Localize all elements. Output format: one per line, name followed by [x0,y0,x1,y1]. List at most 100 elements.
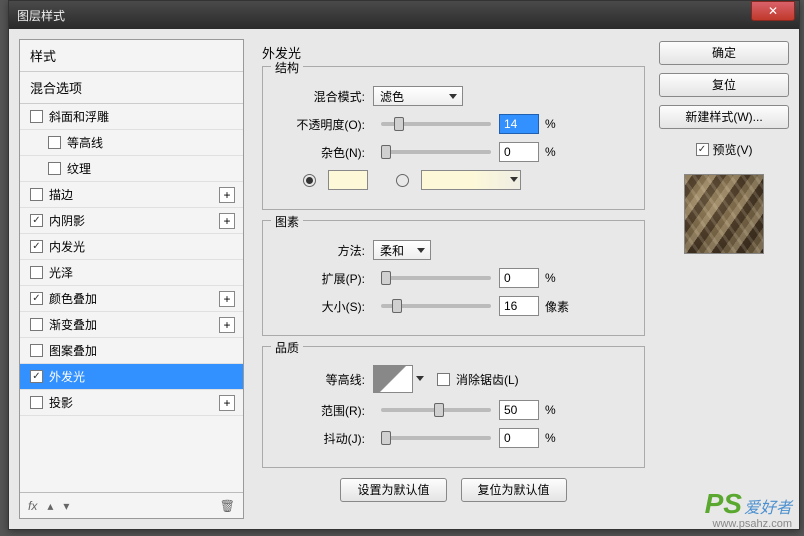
size-input[interactable]: 16 [499,296,539,316]
size-slider[interactable] [381,304,491,308]
preview-checkbox[interactable] [696,143,709,156]
sidebar-item-texture[interactable]: 纹理 [20,156,243,182]
watermark-ps: PS [705,488,742,519]
gradient-radio[interactable] [396,174,409,187]
reset-button[interactable]: 复位 [659,73,789,97]
sidebar-item-inner-glow[interactable]: 内发光 [20,234,243,260]
opacity-unit: % [545,117,556,131]
range-unit: % [545,403,556,417]
sidebar-item-drop-shadow[interactable]: 投影 + [20,390,243,416]
range-label: 范围(R): [273,402,373,419]
checkbox[interactable] [30,266,43,279]
dialog-body: 样式 混合选项 斜面和浮雕 等高线 纹理 描边 + 内阴影 + [9,29,799,529]
plus-icon[interactable]: + [219,291,235,307]
ok-button[interactable]: 确定 [659,41,789,65]
new-style-button[interactable]: 新建样式(W)... [659,105,789,129]
plus-icon[interactable]: + [219,317,235,333]
noise-unit: % [545,145,556,159]
arrow-up-icon[interactable]: ▴ [47,499,53,513]
layer-style-dialog: 图层样式 ✕ 样式 混合选项 斜面和浮雕 等高线 纹理 描边 + [8,0,800,530]
opacity-slider[interactable] [381,122,491,126]
spread-input[interactable]: 0 [499,268,539,288]
checkbox[interactable] [48,162,61,175]
checkbox[interactable] [30,214,43,227]
close-button[interactable]: ✕ [751,1,795,21]
checkbox[interactable] [30,240,43,253]
watermark: PS爱好者 www.psahz.com [705,488,792,530]
checkbox[interactable] [30,292,43,305]
method-select[interactable]: 柔和 [373,240,431,260]
watermark-txt: 爱好者 [744,500,792,517]
structure-group: 结构 混合模式: 滤色 不透明度(O): 14 % 杂色(N): 0 % [262,66,645,210]
method-label: 方法: [273,242,373,259]
jitter-unit: % [545,431,556,445]
sidebar-item-outer-glow[interactable]: 外发光 [20,364,243,390]
sidebar-item-pattern-overlay[interactable]: 图案叠加 [20,338,243,364]
gradient-swatch[interactable] [421,170,521,190]
checkbox[interactable] [30,188,43,201]
sidebar-item-satin[interactable]: 光泽 [20,260,243,286]
range-input[interactable]: 50 [499,400,539,420]
jitter-slider[interactable] [381,436,491,440]
sidebar-header: 样式 [20,40,243,72]
plus-icon[interactable]: + [219,395,235,411]
checkbox[interactable] [30,110,43,123]
checkbox[interactable] [48,136,61,149]
default-buttons: 设置为默认值 复位为默认值 [256,478,651,502]
group-title: 品质 [271,339,303,356]
color-swatch[interactable] [328,170,368,190]
sidebar-blend-options[interactable]: 混合选项 [20,72,243,104]
opacity-label: 不透明度(O): [273,116,373,133]
sidebar-item-bevel[interactable]: 斜面和浮雕 [20,104,243,130]
checkbox[interactable] [30,318,43,331]
make-default-button[interactable]: 设置为默认值 [340,478,446,502]
checkbox[interactable] [30,344,43,357]
styles-sidebar: 样式 混合选项 斜面和浮雕 等高线 纹理 描边 + 内阴影 + [19,39,244,519]
sidebar-item-inner-shadow[interactable]: 内阴影 + [20,208,243,234]
range-slider[interactable] [381,408,491,412]
quality-group: 品质 等高线: 消除锯齿(L) 范围(R): 50 % 抖动(J): [262,346,645,468]
trash-icon[interactable]: 🗑 [220,499,235,513]
checkbox[interactable] [30,396,43,409]
antialias-label: 消除锯齿(L) [456,371,519,388]
jitter-label: 抖动(J): [273,430,373,447]
sidebar-item-color-overlay[interactable]: 颜色叠加 + [20,286,243,312]
fx-icon[interactable]: fx [28,499,37,513]
reset-default-button[interactable]: 复位为默认值 [461,478,567,502]
group-title: 图素 [271,213,303,230]
panel-title: 外发光 [256,43,651,62]
window-controls: ✕ [751,1,799,29]
sidebar-item-contour[interactable]: 等高线 [20,130,243,156]
sidebar-items: 斜面和浮雕 等高线 纹理 描边 + 内阴影 + 内发光 [20,104,243,492]
preview-label: 预览(V) [713,141,753,158]
contour-picker[interactable] [373,365,413,393]
checkbox[interactable] [30,370,43,383]
noise-input[interactable]: 0 [499,142,539,162]
sidebar-item-gradient-overlay[interactable]: 渐变叠加 + [20,312,243,338]
spread-label: 扩展(P): [273,270,373,287]
blend-mode-select[interactable]: 滤色 [373,86,463,106]
main-panel: 外发光 结构 混合模式: 滤色 不透明度(O): 14 % 杂色(N): 0 [252,39,651,519]
right-panel: 确定 复位 新建样式(W)... 预览(V) [659,39,789,519]
noise-label: 杂色(N): [273,144,373,161]
solid-color-radio[interactable] [303,174,316,187]
watermark-url: www.psahz.com [705,518,792,530]
preview-thumbnail [684,174,764,254]
size-unit: 像素 [545,298,569,315]
titlebar[interactable]: 图层样式 ✕ [9,1,799,29]
plus-icon[interactable]: + [219,213,235,229]
elements-group: 图素 方法: 柔和 扩展(P): 0 % 大小(S): 16 像素 [262,220,645,336]
noise-slider[interactable] [381,150,491,154]
jitter-input[interactable]: 0 [499,428,539,448]
opacity-input[interactable]: 14 [499,114,539,134]
antialias-checkbox[interactable] [437,373,450,386]
plus-icon[interactable]: + [219,187,235,203]
arrow-down-icon[interactable]: ▾ [63,499,69,513]
contour-label: 等高线: [273,371,373,388]
spread-unit: % [545,271,556,285]
blend-mode-label: 混合模式: [273,88,373,105]
group-title: 结构 [271,59,303,76]
spread-slider[interactable] [381,276,491,280]
window-title: 图层样式 [17,7,65,24]
sidebar-item-stroke[interactable]: 描边 + [20,182,243,208]
